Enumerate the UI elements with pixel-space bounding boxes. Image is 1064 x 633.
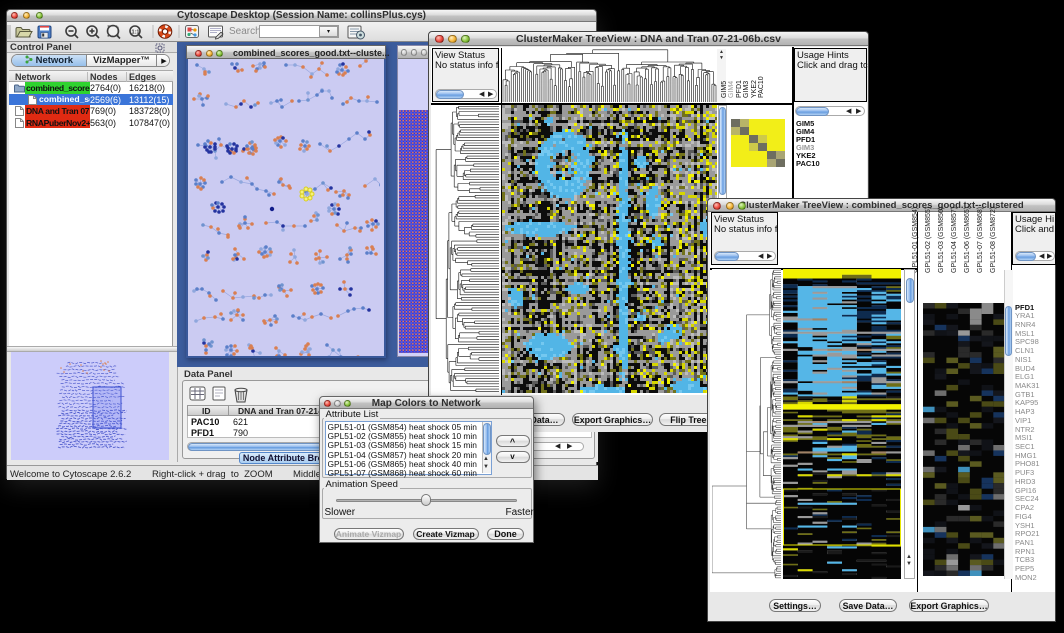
svg-text:1:1: 1:1: [132, 30, 140, 36]
